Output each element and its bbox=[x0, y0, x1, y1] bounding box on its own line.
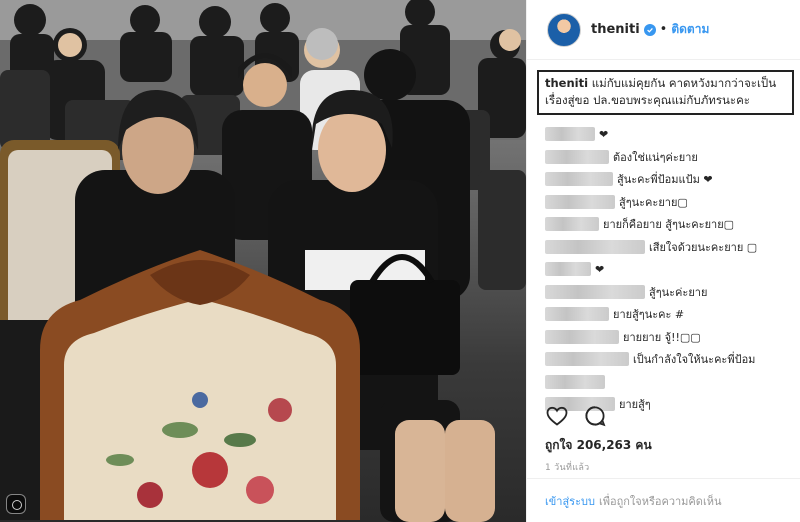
comment-text: ยายสู้ๆนะคะ # bbox=[613, 308, 685, 322]
comment-item: ❤ bbox=[545, 258, 800, 281]
caption-username[interactable]: theniti bbox=[545, 76, 588, 90]
post-timestamp[interactable]: 1 วันที่แล้ว bbox=[545, 460, 590, 474]
comment-item: ยายยาย จู้!!▢▢ bbox=[545, 326, 800, 349]
post-sidebar: theniti • ติดตาม theniti แม่กับแม่คุยกัน… bbox=[526, 0, 800, 522]
blurred-username bbox=[545, 149, 609, 164]
comment-item: ยายก็คือยาย สู้ๆนะคะยาย▢ bbox=[545, 213, 800, 236]
caption-text-line2: เรื่องสู่ขอ ปล.ขอบพระคุณแม่กับภัทรนะคะ bbox=[545, 93, 750, 107]
blurred-username bbox=[545, 329, 619, 344]
comment-text: ยายก็คือยาย สู้ๆนะคะยาย▢ bbox=[603, 218, 735, 232]
blurred-username bbox=[545, 172, 613, 187]
avatar[interactable] bbox=[547, 12, 581, 47]
verified-badge-icon bbox=[643, 23, 656, 36]
photo-scene bbox=[0, 0, 526, 522]
comment-item: ยายสู้ๆนะคะ # bbox=[545, 303, 800, 326]
login-prompt: เข้าสู่ระบบ เพื่อถูกใจหรือความคิดเห็น bbox=[527, 478, 800, 522]
comment-text: เสียใจด้วยนะคะยาย ▢ bbox=[649, 240, 758, 254]
post-username[interactable]: theniti bbox=[591, 22, 640, 37]
login-prompt-text: เพื่อถูกใจหรือความคิดเห็น bbox=[598, 494, 722, 508]
comment-icon[interactable] bbox=[583, 404, 607, 428]
comment-list: ❤ ต้องใช่แน่ๆค่ะยาย สู้นะคะพี่ป้อมแป้ม ❤… bbox=[527, 115, 800, 416]
post-header: theniti • ติดตาม bbox=[527, 0, 800, 60]
post-caption: theniti แม่กับแม่คุยกัน คาดหวังมากว่าจะเ… bbox=[537, 70, 794, 115]
blurred-username bbox=[545, 239, 645, 254]
comment-text: สู้ๆนะค่ะยาย bbox=[649, 285, 708, 299]
comment-item: เสียใจด้วยนะคะยาย ▢ bbox=[545, 236, 800, 259]
comment-item: เป็นกำลังใจให้นะคะพี่ป้อม bbox=[545, 348, 800, 371]
caption-text-line1: แม่กับแม่คุยกัน คาดหวังมากว่าจะเป็น bbox=[591, 76, 777, 90]
comment-text: ❤ bbox=[595, 262, 605, 276]
heart-icon[interactable] bbox=[545, 404, 569, 428]
blurred-username bbox=[545, 374, 605, 389]
blurred-username bbox=[545, 284, 645, 299]
separator-dot: • bbox=[659, 22, 668, 37]
comment-text: สู้ๆนะคะยาย▢ bbox=[619, 195, 688, 209]
blurred-username bbox=[545, 352, 629, 367]
blurred-username bbox=[545, 194, 615, 209]
comment-text: ต้องใช่แน่ๆค่ะยาย bbox=[613, 150, 698, 164]
instagram-watermark-icon bbox=[6, 494, 26, 514]
blurred-username bbox=[545, 307, 609, 322]
comment-item: สู้นะคะพี่ป้อมแป้ม ❤ bbox=[545, 168, 800, 191]
blurred-username bbox=[545, 262, 591, 277]
post-actions bbox=[545, 404, 607, 428]
follow-button[interactable]: ติดตาม bbox=[671, 20, 709, 39]
blurred-username bbox=[545, 127, 595, 142]
comment-item: สู้ๆนะค่ะยาย bbox=[545, 281, 800, 304]
comment-text: ยายยาย จู้!!▢▢ bbox=[623, 330, 701, 344]
post-photo[interactable] bbox=[0, 0, 526, 522]
comment-item: สู้ๆนะคะยาย▢ bbox=[545, 191, 800, 214]
comment-text: เป็นกำลังใจให้นะคะพี่ป้อม bbox=[633, 353, 756, 367]
comment-item: ❤ bbox=[545, 123, 800, 146]
comment-text: ยายสู้ๆ bbox=[619, 398, 651, 412]
comment-item: ต้องใช่แน่ๆค่ะยาย bbox=[545, 146, 800, 169]
like-count[interactable]: ถูกใจ 206,263 คน bbox=[545, 436, 652, 455]
blurred-username bbox=[545, 217, 599, 232]
comment-text: สู้นะคะพี่ป้อมแป้ม ❤ bbox=[617, 173, 713, 187]
comment-text: ❤ bbox=[599, 127, 609, 141]
comment-item bbox=[545, 371, 800, 394]
login-link[interactable]: เข้าสู่ระบบ bbox=[545, 492, 595, 510]
